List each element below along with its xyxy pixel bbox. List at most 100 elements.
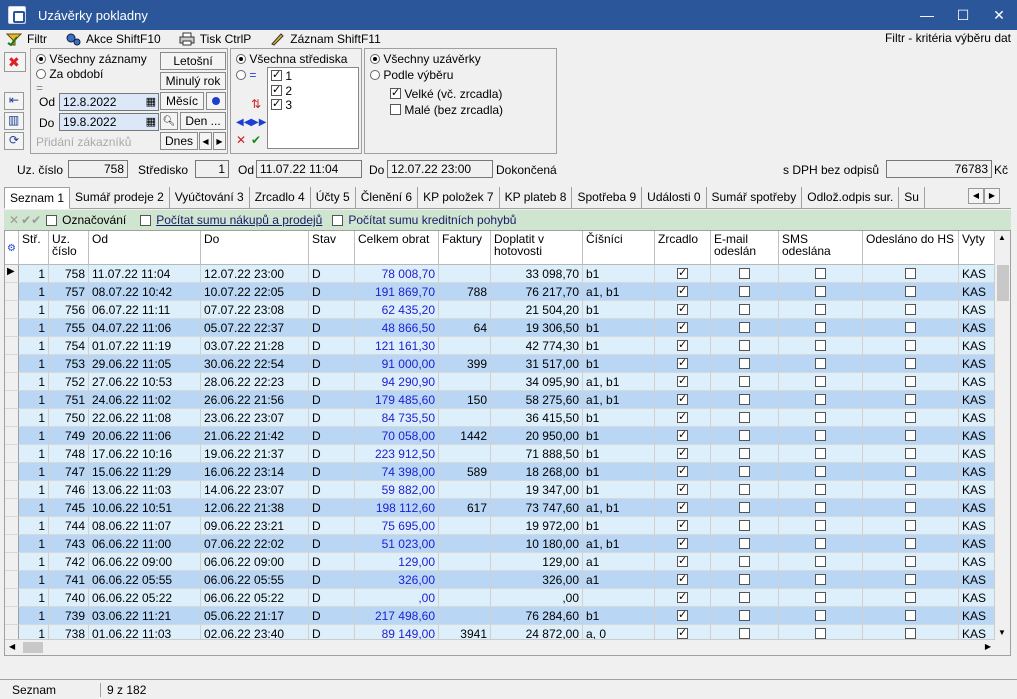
next-day-button[interactable]: ▶ bbox=[213, 132, 226, 150]
table-checkbox-cell[interactable] bbox=[863, 265, 959, 283]
table-checkbox-cell[interactable] bbox=[711, 517, 779, 535]
row-selector[interactable] bbox=[5, 427, 19, 445]
centers-selection-option[interactable]: = bbox=[236, 68, 256, 82]
tab-2[interactable]: Vyúčtování 3 bbox=[170, 187, 250, 208]
table-row[interactable]: 174006.06.22 05:2206.06.22 05:22D,00,00K… bbox=[5, 589, 999, 607]
tab-0[interactable]: Seznam 1 bbox=[4, 187, 71, 209]
menu-filter[interactable]: Filtr bbox=[5, 32, 47, 47]
row-selector[interactable] bbox=[5, 355, 19, 373]
table-checkbox-cell[interactable] bbox=[655, 571, 711, 589]
table-checkbox-cell[interactable] bbox=[711, 481, 779, 499]
column-header[interactable]: Uz. číslo bbox=[49, 231, 89, 265]
row-selector[interactable] bbox=[5, 283, 19, 301]
table-checkbox-cell[interactable] bbox=[863, 301, 959, 319]
table-checkbox-cell[interactable] bbox=[863, 319, 959, 337]
table-checkbox-cell[interactable] bbox=[711, 607, 779, 625]
table-checkbox-cell[interactable] bbox=[863, 337, 959, 355]
table-checkbox-cell[interactable] bbox=[863, 589, 959, 607]
tab-10[interactable]: Sumář spotřeby bbox=[707, 187, 803, 208]
table-checkbox-cell[interactable] bbox=[711, 553, 779, 571]
row-selector[interactable] bbox=[5, 301, 19, 319]
month-dot-button[interactable] bbox=[206, 92, 226, 110]
table-row[interactable]: ▶ 1 758 11.07.22 11:04 12.07.22 23:00 D 78 008… bbox=[5, 265, 999, 283]
row-selector[interactable] bbox=[5, 373, 19, 391]
center-item-3[interactable]: 3 bbox=[268, 97, 358, 112]
table-checkbox-cell[interactable] bbox=[655, 391, 711, 409]
scroll-up-icon[interactable]: ▲ bbox=[998, 233, 1006, 242]
minimize-button[interactable]: — bbox=[909, 0, 945, 30]
calendar-icon[interactable]: ▦ bbox=[146, 115, 156, 128]
today-button[interactable]: Dnes bbox=[160, 132, 198, 150]
table-checkbox-cell[interactable] bbox=[779, 409, 863, 427]
column-header[interactable]: Faktury bbox=[439, 231, 491, 265]
tab-scroll-right-icon[interactable]: ▶ bbox=[984, 188, 1000, 204]
column-header[interactable]: Doplatit v hotovosti bbox=[491, 231, 583, 265]
by-selection-option[interactable]: Podle výběru bbox=[370, 68, 453, 82]
table-checkbox-cell[interactable] bbox=[711, 445, 779, 463]
grid-settings-icon[interactable]: ⚙ bbox=[5, 231, 19, 265]
row-selector[interactable] bbox=[5, 607, 19, 625]
tab-12[interactable]: Su bbox=[899, 187, 925, 208]
table-checkbox-cell[interactable] bbox=[779, 337, 863, 355]
scroll-down-icon[interactable]: ▼ bbox=[998, 628, 1006, 637]
table-checkbox-cell[interactable] bbox=[779, 391, 863, 409]
table-checkbox-cell[interactable] bbox=[655, 301, 711, 319]
row-selector[interactable] bbox=[5, 571, 19, 589]
table-checkbox-cell[interactable] bbox=[655, 445, 711, 463]
table-checkbox-cell[interactable] bbox=[655, 607, 711, 625]
table-checkbox-cell[interactable] bbox=[655, 337, 711, 355]
table-checkbox-cell[interactable] bbox=[655, 355, 711, 373]
table-checkbox-cell[interactable] bbox=[655, 499, 711, 517]
table-checkbox-cell[interactable] bbox=[655, 319, 711, 337]
all-records-option[interactable]: Všechny záznamy bbox=[36, 52, 147, 66]
table-row[interactable]: 1 752 27.06.22 10:53 28.06.22 22:23 D 94 290,… bbox=[5, 373, 999, 391]
table-row[interactable]: 1 741 06.06.22 05:55 06.06.22 05:55 D 326,00 3… bbox=[5, 571, 999, 589]
tab-11[interactable]: Odlož.odpis sur. bbox=[802, 187, 900, 208]
table-checkbox-cell[interactable] bbox=[779, 607, 863, 625]
menu-record[interactable]: Záznam ShiftF11 bbox=[269, 32, 381, 46]
all-centers-option[interactable]: Všechna střediska bbox=[236, 52, 347, 66]
month-button[interactable]: Měsíc bbox=[160, 92, 204, 110]
menu-actions[interactable]: Akce ShiftF10 bbox=[65, 32, 161, 46]
row-selector[interactable] bbox=[5, 589, 19, 607]
centers-list[interactable]: 1 2 3 bbox=[267, 67, 359, 149]
day-button[interactable]: Den ... bbox=[180, 112, 226, 130]
row-selector[interactable] bbox=[5, 517, 19, 535]
tab-7[interactable]: KP plateb 8 bbox=[500, 187, 573, 208]
table-checkbox-cell[interactable] bbox=[863, 517, 959, 535]
column-header[interactable]: Vyty bbox=[959, 231, 999, 265]
table-row[interactable]: 1 756 06.07.22 11:11 07.07.22 23:08 D 62 435,… bbox=[5, 301, 999, 319]
table-row[interactable]: 1 751 24.06.22 11:02 26.06.22 21:56 D 179 485… bbox=[5, 391, 999, 409]
mark-all-icon[interactable]: ✔✔ bbox=[21, 213, 41, 227]
vertical-scrollbar[interactable]: ▲ ▼ bbox=[994, 231, 1010, 655]
maximize-button[interactable]: ☐ bbox=[945, 0, 981, 30]
table-checkbox-cell[interactable] bbox=[711, 463, 779, 481]
table-checkbox-cell[interactable] bbox=[779, 535, 863, 553]
table-checkbox-cell[interactable] bbox=[779, 301, 863, 319]
clear-filter-button[interactable]: ✖ bbox=[4, 52, 26, 72]
table-checkbox-cell[interactable] bbox=[655, 535, 711, 553]
table-row[interactable]: 1 745 10.06.22 10:51 12.06.22 21:38 D 198 112… bbox=[5, 499, 999, 517]
table-checkbox-cell[interactable] bbox=[655, 373, 711, 391]
table-checkbox-cell[interactable] bbox=[655, 589, 711, 607]
sum-credit-checkbox[interactable] bbox=[332, 214, 344, 226]
table-checkbox-cell[interactable] bbox=[655, 409, 711, 427]
to-date-field[interactable]: 19.8.2022 ▦ bbox=[59, 113, 159, 131]
refresh-button[interactable]: ⟳ bbox=[4, 132, 24, 150]
columns-button[interactable]: ▥ bbox=[4, 112, 24, 130]
from-date-field[interactable]: 12.8.2022 ▦ bbox=[59, 93, 159, 111]
tab-9[interactable]: Události 0 bbox=[642, 187, 707, 208]
table-checkbox-cell[interactable] bbox=[863, 499, 959, 517]
scroll-left-icon[interactable]: ◀ bbox=[9, 642, 15, 651]
table-checkbox-cell[interactable] bbox=[655, 265, 711, 283]
column-header[interactable]: Celkem obrat bbox=[355, 231, 439, 265]
table-row[interactable]: 1 755 04.07.22 11:06 05.07.22 22:37 D 48 866,… bbox=[5, 319, 999, 337]
table-checkbox-cell[interactable] bbox=[863, 571, 959, 589]
table-checkbox-cell[interactable] bbox=[863, 463, 959, 481]
horizontal-scrollbar[interactable]: ◀ ▶ bbox=[5, 639, 995, 655]
table-checkbox-cell[interactable] bbox=[863, 427, 959, 445]
marking-checkbox[interactable] bbox=[46, 214, 58, 226]
table-row[interactable]: 1 742 06.06.22 09:00 06.06.22 09:00 D 129,00 1… bbox=[5, 553, 999, 571]
table-checkbox-cell[interactable] bbox=[863, 355, 959, 373]
table-checkbox-cell[interactable] bbox=[779, 589, 863, 607]
